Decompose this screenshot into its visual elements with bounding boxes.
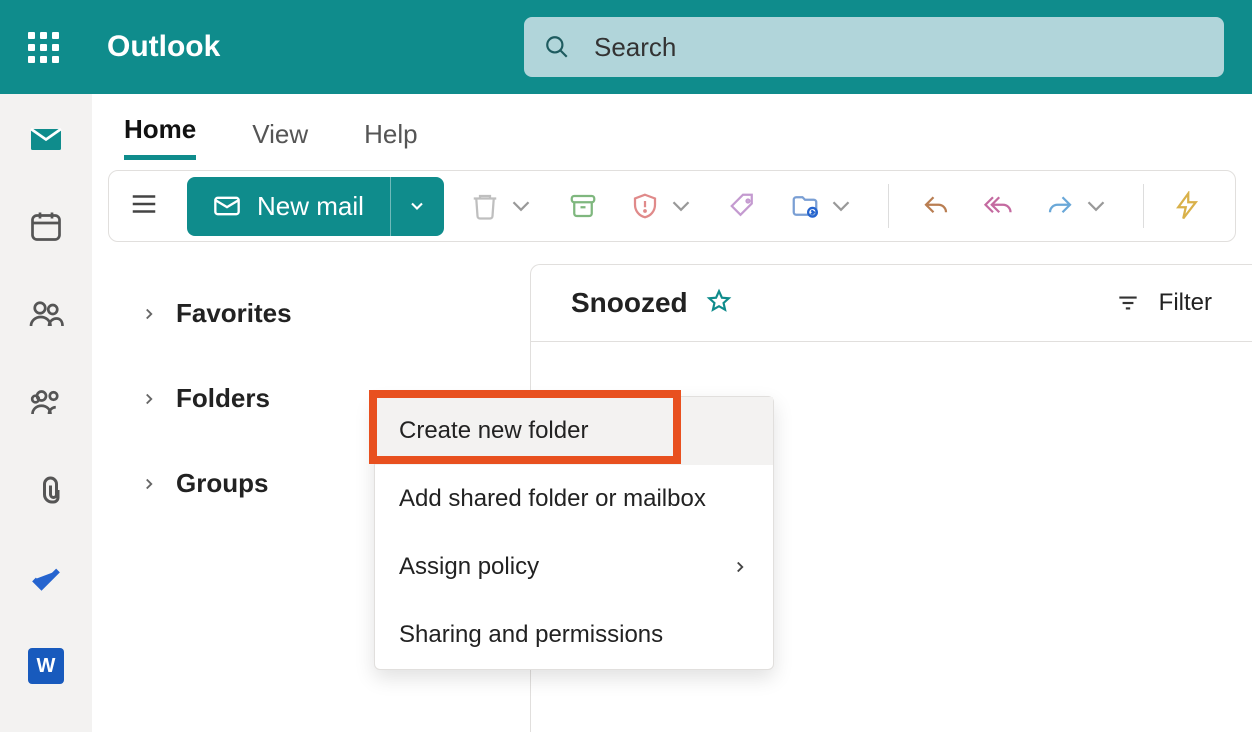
toolbar-divider: [1143, 184, 1144, 228]
rail-word-icon[interactable]: W: [24, 644, 68, 688]
chevron-right-icon: [140, 390, 158, 408]
reply-all-icon: [983, 191, 1013, 221]
delete-button[interactable]: [464, 185, 542, 227]
nav-folders-label: Folders: [176, 383, 270, 414]
chevron-down-icon: [407, 196, 427, 216]
context-item-label: Create new folder: [399, 417, 588, 445]
search-input[interactable]: [594, 32, 1204, 63]
folders-context-menu: Create new folder Add shared folder or m…: [374, 396, 774, 670]
toolbar-divider: [888, 184, 889, 228]
rail-mail-icon[interactable]: [24, 116, 68, 160]
app-launcher-icon[interactable]: [28, 32, 59, 63]
rail-calendar-icon[interactable]: [24, 204, 68, 248]
folder-title: Snoozed: [571, 287, 688, 319]
list-header: Snoozed Filter: [531, 265, 1252, 342]
tag-icon: [728, 191, 758, 221]
context-item-label: Add shared folder or mailbox: [399, 485, 706, 513]
word-app-glyph: W: [28, 648, 64, 684]
chevron-down-icon: [506, 191, 536, 221]
forward-button[interactable]: [1039, 185, 1117, 227]
new-mail-split-button: New mail: [187, 177, 444, 236]
new-mail-dropdown[interactable]: [390, 177, 444, 236]
search-icon: [544, 34, 570, 60]
context-item-label: Sharing and permissions: [399, 621, 663, 649]
tab-help[interactable]: Help: [364, 119, 417, 160]
content-row: Favorites Folders Groups Create new fold…: [92, 264, 1252, 732]
filter-label: Filter: [1159, 289, 1212, 317]
new-mail-button[interactable]: New mail: [187, 177, 390, 236]
app-rail: W: [0, 94, 92, 732]
context-sharing-permissions[interactable]: Sharing and permissions: [375, 601, 773, 669]
toolbar: New mail: [108, 170, 1236, 242]
nav-favorites-label: Favorites: [176, 298, 292, 329]
body-area: W Home View Help New mail: [0, 94, 1252, 732]
move-folder-icon: [790, 191, 820, 221]
mail-icon: [213, 192, 241, 220]
ribbon-tabs: Home View Help: [92, 94, 1252, 160]
reply-all-button[interactable]: [977, 185, 1019, 227]
rail-people-icon[interactable]: [24, 292, 68, 336]
trash-icon: [470, 191, 500, 221]
quick-steps-button[interactable]: [1166, 185, 1208, 227]
chevron-down-icon: [666, 191, 696, 221]
shield-alert-icon: [630, 191, 660, 221]
filter-button[interactable]: Filter: [1115, 289, 1212, 317]
context-item-label: Assign policy: [399, 553, 539, 581]
hamburger-icon[interactable]: [121, 181, 167, 232]
chevron-right-icon: [731, 558, 749, 576]
archive-icon: [568, 191, 598, 221]
chevron-right-icon: [140, 305, 158, 323]
favorite-star-icon[interactable]: [706, 288, 732, 319]
reply-button[interactable]: [915, 185, 957, 227]
report-button[interactable]: [624, 185, 702, 227]
tab-home[interactable]: Home: [124, 114, 196, 160]
main-column: Home View Help New mail: [92, 94, 1252, 732]
move-button[interactable]: [784, 185, 862, 227]
context-assign-policy[interactable]: Assign policy: [375, 533, 773, 601]
nav-favorites[interactable]: Favorites: [92, 284, 522, 343]
lightning-icon: [1172, 191, 1202, 221]
context-add-shared-folder[interactable]: Add shared folder or mailbox: [375, 465, 773, 533]
rail-todo-icon[interactable]: [24, 556, 68, 600]
reply-icon: [921, 191, 951, 221]
context-create-new-folder[interactable]: Create new folder: [375, 397, 773, 465]
forward-icon: [1045, 191, 1075, 221]
app-title: Outlook: [107, 30, 220, 64]
rail-files-icon[interactable]: [24, 468, 68, 512]
chevron-down-icon: [826, 191, 856, 221]
tab-view[interactable]: View: [252, 119, 308, 160]
filter-icon: [1115, 290, 1141, 316]
chevron-down-icon: [1081, 191, 1111, 221]
archive-button[interactable]: [562, 185, 604, 227]
sweep-button[interactable]: [722, 185, 764, 227]
app-header: Outlook: [0, 0, 1252, 94]
nav-groups-label: Groups: [176, 468, 268, 499]
new-mail-label: New mail: [257, 191, 364, 222]
chevron-right-icon: [140, 475, 158, 493]
search-box[interactable]: [524, 17, 1224, 77]
rail-groups-icon[interactable]: [24, 380, 68, 424]
